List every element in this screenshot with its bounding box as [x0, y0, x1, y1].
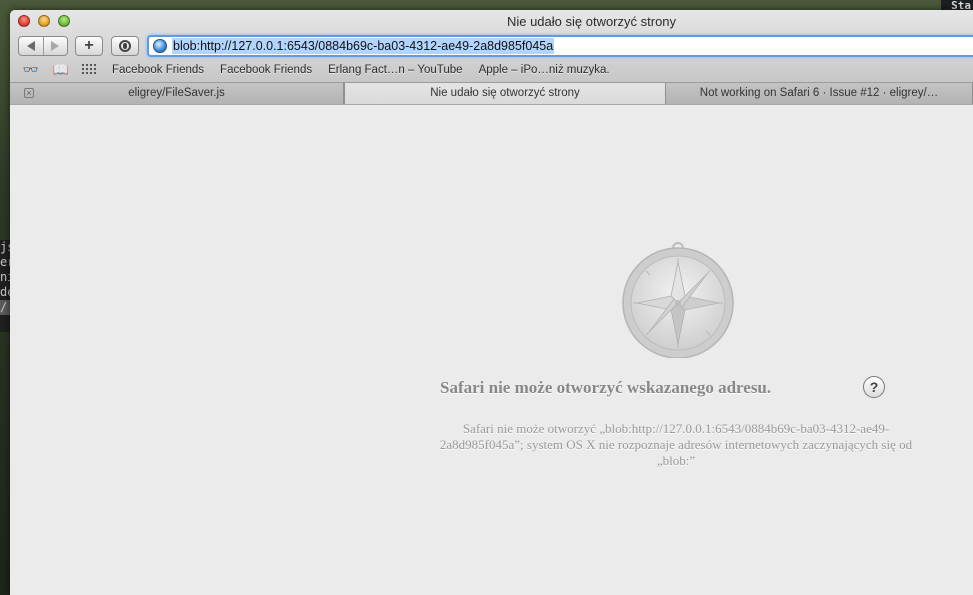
privacy-button[interactable] — [111, 36, 139, 56]
tab-bar: × eligrey/FileSaver.js Nie udało się otw… — [10, 82, 973, 104]
lock-icon — [119, 40, 131, 52]
bookmark-link[interactable]: Apple – iPo…niż muzyka. — [479, 64, 610, 76]
globe-icon — [153, 39, 167, 53]
plus-icon: + — [84, 37, 94, 54]
window-title: Nie udało się otworzyć strony — [506, 14, 677, 29]
bookmarks-book-icon[interactable]: 📖 — [52, 62, 70, 78]
address-url[interactable]: blob:http://127.0.0.1:6543/0884b69c-ba03… — [172, 38, 555, 54]
forward-button[interactable] — [42, 37, 68, 55]
close-tab-icon[interactable]: × — [24, 88, 34, 98]
add-bookmark-button[interactable]: + — [75, 36, 103, 56]
tab-github-issue[interactable]: Not working on Safari 6 · Issue #12 · el… — [666, 83, 973, 104]
address-bar[interactable]: blob:http://127.0.0.1:6543/0884b69c-ba03… — [147, 35, 973, 57]
bookmark-link[interactable]: Facebook Friends — [112, 64, 204, 76]
back-arrow-icon — [26, 41, 35, 51]
error-description: Safari nie może otworzyć „blob:http://12… — [439, 421, 913, 468]
forward-arrow-icon — [51, 41, 60, 51]
back-button[interactable] — [19, 37, 43, 55]
bookmarks-bar: 👓 📖 Facebook Friends Facebook Friends Er… — [10, 61, 973, 79]
reading-list-icon[interactable]: 👓 — [22, 62, 40, 78]
bookmark-link[interactable]: Facebook Friends — [220, 64, 312, 76]
safari-compass-icon — [622, 242, 734, 358]
help-button[interactable]: ? — [863, 376, 885, 398]
tab-label: eligrey/FileSaver.js — [128, 87, 225, 99]
back-forward-group — [18, 36, 68, 56]
bookmark-link[interactable]: Erlang Fact…n – YouTube — [328, 64, 462, 76]
tab-label: Not working on Safari 6 · Issue #12 · el… — [699, 87, 939, 99]
page-content: Safari nie może otworzyć wskazanego adre… — [10, 104, 973, 595]
top-sites-grid-icon[interactable] — [82, 64, 96, 76]
tab-error-page[interactable]: Nie udało się otworzyć strony — [344, 83, 666, 104]
title-bar: Nie udało się otworzyć strony + blob:htt… — [10, 10, 973, 104]
tab-label: Nie udało się otworzyć strony — [430, 87, 580, 99]
error-title: Safari nie może otworzyć wskazanego adre… — [440, 378, 772, 397]
tab-filesaver[interactable]: × eligrey/FileSaver.js — [10, 83, 344, 104]
safari-window: Nie udało się otworzyć strony + blob:htt… — [10, 10, 973, 595]
